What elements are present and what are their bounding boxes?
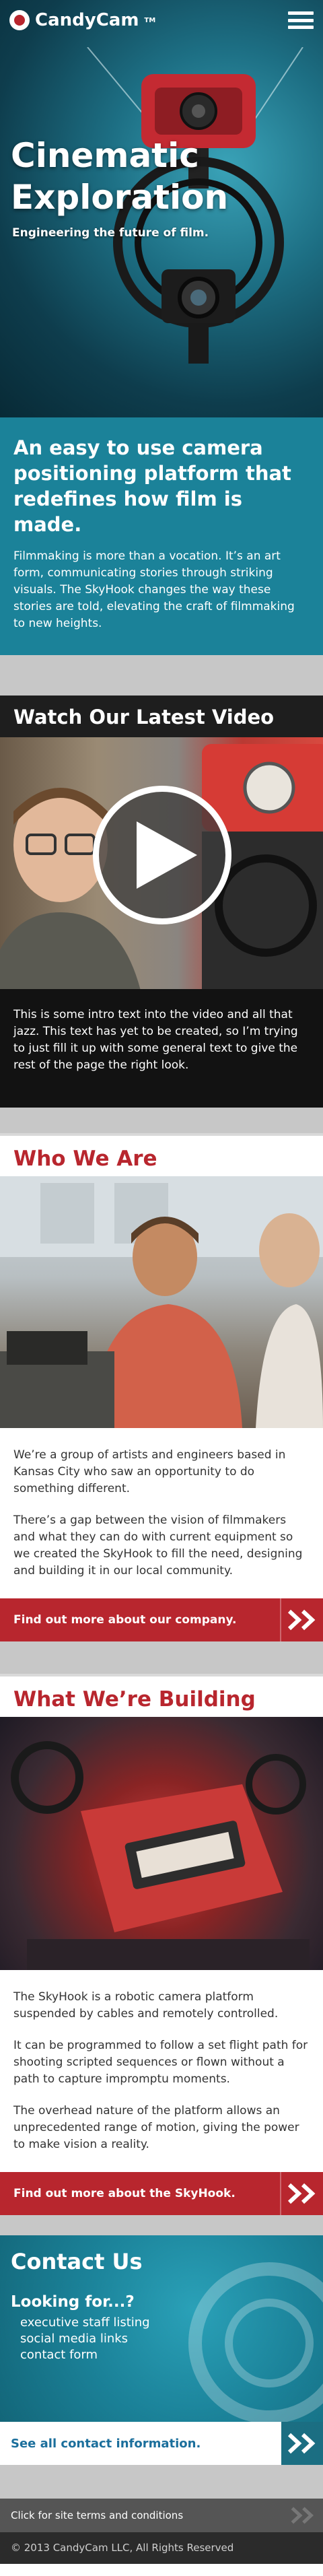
intro-paragraph: Filmmaking is more than a vocation. It’s… <box>13 549 295 630</box>
contact-info-label: See all contact information. <box>11 2436 201 2451</box>
skyhook-info-label: Find out more about the SkyHook. <box>13 2187 236 2200</box>
copyright-notice: © 2013 CandyCam LLC, All Rights Reserved <box>0 2532 323 2564</box>
who-we-are-paragraph-1: We’re a group of artists and engineers b… <box>13 1448 286 1495</box>
video-section: Watch Our Latest Video This is some intr… <box>0 696 323 1108</box>
building-paragraph-1: The SkyHook is a robotic camera platform… <box>13 1990 279 2021</box>
section-divider <box>0 1641 323 1674</box>
double-chevron-right-icon <box>280 2172 323 2215</box>
building-paragraph-2: It can be programmed to follow a set fli… <box>13 2039 308 2086</box>
brand-name: CandyCam <box>35 10 139 30</box>
what-were-building-heading: What We’re Building <box>0 1674 323 1717</box>
who-we-are-section: Who We Are We’re a group of artists and … <box>0 1133 323 1641</box>
hero-banner: Cinematic Exploration Engineering the fu… <box>0 0 323 417</box>
double-chevron-right-icon <box>283 2499 323 2532</box>
section-divider <box>0 1108 323 1133</box>
skyhook-rig-illustration <box>87 47 303 364</box>
section-divider <box>0 655 323 696</box>
hamburger-menu-icon[interactable] <box>288 9 314 32</box>
menu-bar <box>288 26 314 29</box>
building-paragraph-3: The overhead nature of the platform allo… <box>13 2104 299 2151</box>
terms-link-label: Click for site terms and conditions <box>11 2509 184 2521</box>
company-info-label: Find out more about our company. <box>13 1613 237 1627</box>
what-were-building-body: The SkyHook is a robotic camera platform… <box>0 1970 323 2172</box>
what-were-building-section: What We’re Building The SkyHook is a rob… <box>0 1674 323 2215</box>
brand-logo[interactable]: CandyCam TM <box>9 10 155 30</box>
team-photo-illustration <box>0 1176 323 1428</box>
who-we-are-heading: Who We Are <box>0 1133 323 1176</box>
contact-section: Contact Us Looking for...? executive sta… <box>0 2235 323 2422</box>
double-chevron-right-icon <box>281 2422 323 2465</box>
hero-title: Cinematic Exploration <box>11 135 228 218</box>
contact-info-button[interactable]: See all contact information. <box>0 2422 323 2465</box>
trademark-mark: TM <box>144 16 156 24</box>
play-button[interactable] <box>93 786 231 924</box>
play-icon <box>137 821 197 889</box>
footer-divider <box>0 2465 323 2499</box>
team-photo <box>0 1176 323 1428</box>
skyhook-info-button[interactable]: Find out more about the SkyHook. <box>0 2172 323 2215</box>
who-we-are-body: We’re a group of artists and engineers b… <box>0 1428 323 1598</box>
intro-section: An easy to use camera positioning platfo… <box>0 417 323 655</box>
terms-link[interactable]: Click for site terms and conditions <box>0 2499 323 2532</box>
company-info-button[interactable]: Find out more about our company. <box>0 1598 323 1641</box>
hero-title-line2: Exploration <box>11 178 229 217</box>
who-we-are-paragraph-2: There’s a gap between the vision of film… <box>13 1514 303 1578</box>
camera-lens-logo-icon <box>9 10 30 30</box>
skyhook-photo <box>0 1717 323 1970</box>
video-heading: Watch Our Latest Video <box>0 696 323 737</box>
site-header: CandyCam TM <box>0 0 323 40</box>
video-player[interactable] <box>0 737 323 989</box>
menu-bar <box>288 18 314 22</box>
decorative-ring-graphic <box>188 2262 323 2422</box>
intro-heading: An easy to use camera positioning platfo… <box>13 436 291 536</box>
menu-bar <box>288 11 314 15</box>
section-divider <box>0 2215 323 2235</box>
hero-title-line1: Cinematic <box>11 136 199 175</box>
skyhook-photo-illustration <box>11 1741 310 1970</box>
hero-subtitle: Engineering the future of film. <box>12 226 209 240</box>
double-chevron-right-icon <box>280 1598 323 1641</box>
video-intro-text: This is some intro text into the video a… <box>0 989 323 1108</box>
